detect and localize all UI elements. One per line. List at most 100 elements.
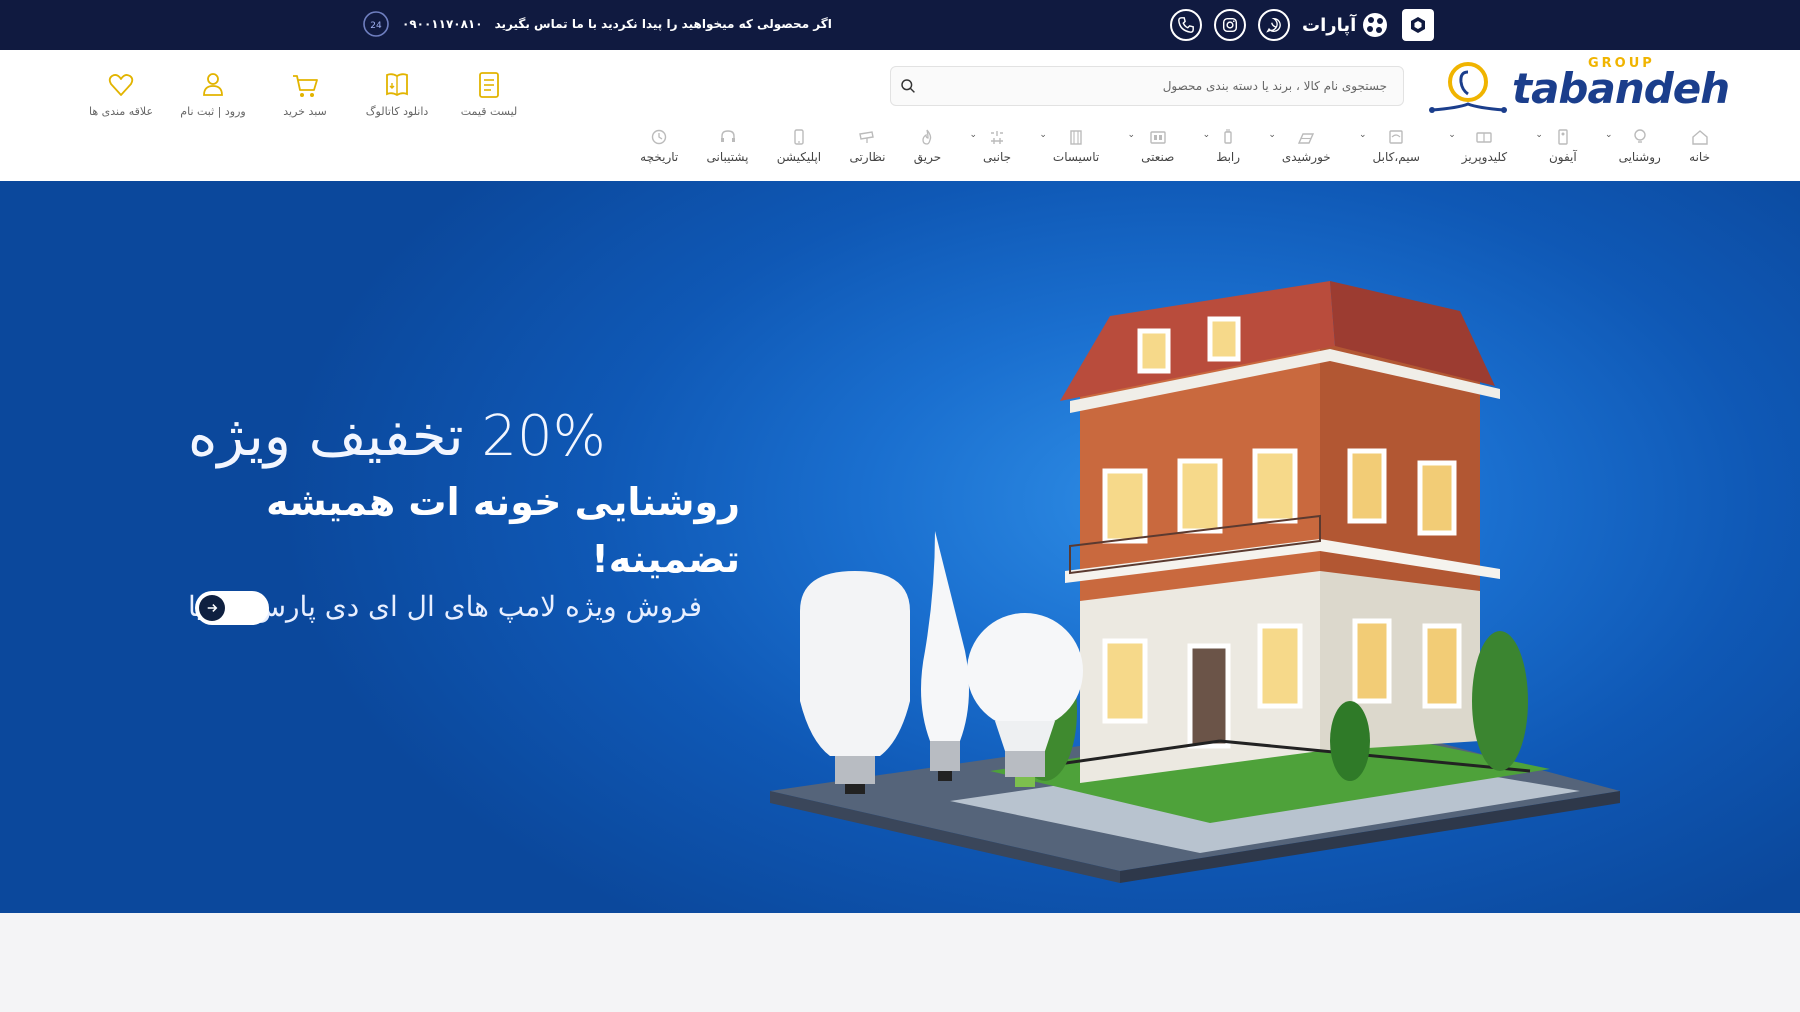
whatsapp-icon[interactable] bbox=[1258, 9, 1290, 41]
hero-title: روشنایی خونه ات همیشه تضمینه! bbox=[266, 479, 740, 581]
app-icon bbox=[794, 129, 804, 145]
chevron-down-icon: ⌄ bbox=[1535, 130, 1543, 140]
chevron-down-icon: ⌄ bbox=[1605, 130, 1613, 140]
nav-label: خورشیدی bbox=[1281, 150, 1331, 164]
solar-icon bbox=[1298, 133, 1315, 144]
instagram-icon[interactable] bbox=[1214, 9, 1246, 41]
page: اگر محصولی که میخواهید را پیدا نکردید با… bbox=[0, 0, 1800, 1012]
logo-group: GROUP bbox=[1588, 56, 1655, 71]
chevron-down-icon: ⌄ bbox=[1359, 130, 1367, 140]
chevron-down-icon: ⌄ bbox=[1202, 130, 1211, 140]
camera-icon bbox=[859, 131, 875, 143]
nav-adapter[interactable]: رابط ⌄ bbox=[1203, 128, 1240, 164]
nav-intercom[interactable]: آیفون ⌄ bbox=[1535, 128, 1577, 164]
wishlist-button[interactable]: علاقه مندی ها bbox=[88, 58, 154, 118]
accessory-icon bbox=[991, 131, 1004, 144]
industrial-icon bbox=[1150, 131, 1166, 144]
nav-label: سیم،کابل bbox=[1372, 150, 1420, 164]
nav-label: آیفون bbox=[1548, 150, 1577, 164]
search-button[interactable] bbox=[891, 67, 925, 105]
nav-label: جانبی bbox=[982, 150, 1012, 164]
nav-label: تاریخچه bbox=[640, 150, 679, 164]
cart-button[interactable]: سبد خرید bbox=[272, 58, 338, 118]
chevron-down-icon: ⌄ bbox=[1268, 130, 1276, 140]
svg-text:24: 24 bbox=[370, 21, 382, 31]
logo-bulb-icon bbox=[1429, 62, 1507, 113]
nav-switch-socket[interactable]: کلیدوپریز ⌄ bbox=[1448, 128, 1507, 164]
nav-industrial[interactable]: صنعتی ⌄ bbox=[1128, 128, 1175, 164]
chevron-down-icon: ⌄ bbox=[1127, 130, 1136, 140]
aparat-label: آپارات bbox=[1302, 14, 1357, 36]
nav-history[interactable]: تاریخچه bbox=[640, 128, 678, 164]
header: لیست قیمت دانلود کاتالوگ سبد خرید ورود |… bbox=[0, 50, 1800, 181]
nav-cable[interactable]: سیم،کابل ⌄ bbox=[1359, 128, 1420, 164]
search-input[interactable] bbox=[925, 67, 1403, 105]
wishlist-label: علاقه مندی ها bbox=[88, 105, 154, 118]
chevron-down-icon: ⌄ bbox=[1039, 130, 1047, 140]
led-bulb-large bbox=[800, 571, 910, 794]
aparat-link[interactable]: آپارات bbox=[1302, 10, 1390, 40]
nav-solar[interactable]: خورشیدی ⌄ bbox=[1268, 128, 1330, 164]
hero-cta-button[interactable] bbox=[195, 591, 269, 625]
nav-label: پشتیبانی bbox=[706, 150, 749, 164]
nav-lighting[interactable]: روشنایی ⌄ bbox=[1605, 128, 1661, 164]
nav-label: خانه bbox=[1689, 150, 1710, 164]
facility-icon bbox=[1070, 130, 1082, 145]
price-list-button[interactable]: لیست قیمت bbox=[456, 58, 522, 118]
logo-wordmark: tabandeh bbox=[1512, 64, 1730, 113]
nav-home[interactable]: خانه bbox=[1689, 128, 1710, 164]
nav-label: رابط bbox=[1216, 150, 1241, 164]
hero-banner[interactable]: 20% تخفیف ویژه روشنایی خونه ات همیشه تضم… bbox=[0, 181, 1800, 913]
support-24-icon: 24 bbox=[362, 10, 390, 38]
login-register-button[interactable]: ورود | ثبت نام bbox=[180, 58, 246, 118]
nav-facilities[interactable]: تاسیسات ⌄ bbox=[1039, 128, 1099, 164]
login-register-label: ورود | ثبت نام bbox=[180, 105, 246, 118]
nav-application[interactable]: اپلیکیشن bbox=[777, 128, 821, 164]
promo-phone[interactable]: ۰۹۰۰۱۱۷۰۸۱۰ bbox=[402, 17, 483, 31]
user-icon bbox=[203, 73, 223, 96]
support-icon bbox=[720, 130, 735, 142]
cart-icon bbox=[293, 75, 318, 97]
arrow-right-icon bbox=[199, 595, 225, 621]
main-nav: خانه روشنایی ⌄ آیفون ⌄ کلیدوپریز ⌄ سیم،ک… bbox=[640, 128, 1710, 172]
nav-label: حریق bbox=[913, 150, 942, 164]
header-actions: لیست قیمت دانلود کاتالوگ سبد خرید ورود |… bbox=[88, 58, 522, 118]
history-icon bbox=[652, 129, 667, 145]
nav-accessories[interactable]: جانبی ⌄ bbox=[969, 128, 1011, 164]
nav-support[interactable]: پشتیبانی bbox=[706, 128, 749, 164]
promo-text: اگر محصولی که میخواهید را پیدا نکردید با… bbox=[494, 17, 832, 31]
bulb-icon bbox=[1634, 129, 1646, 143]
nav-surveillance[interactable]: نظارتی bbox=[849, 128, 885, 164]
hero-text: 20% تخفیف ویژه روشنایی خونه ات همیشه تضم… bbox=[180, 406, 740, 623]
site-logo[interactable]: tabandeh GROUP bbox=[1428, 56, 1730, 118]
intercom-icon bbox=[1558, 129, 1568, 145]
catalog-download-label: دانلود کاتالوگ bbox=[365, 105, 429, 118]
nav-fire[interactable]: حریق bbox=[914, 128, 941, 164]
page-footer-area bbox=[0, 913, 1800, 1012]
phone-icon[interactable] bbox=[1170, 9, 1202, 41]
led-bulb-candle bbox=[921, 531, 969, 781]
search-icon bbox=[901, 79, 915, 93]
cube-app-icon[interactable] bbox=[1402, 9, 1435, 41]
top-promo: اگر محصولی که میخواهید را پیدا نکردید با… bbox=[362, 10, 832, 38]
house-with-led-bulbs-illustration bbox=[770, 281, 1620, 883]
catalog-download-icon bbox=[386, 73, 408, 97]
cable-icon bbox=[1389, 130, 1403, 144]
heart-icon bbox=[108, 74, 134, 96]
adapter-icon bbox=[1224, 129, 1232, 144]
social-links: آپارات bbox=[1170, 6, 1435, 44]
aparat-icon bbox=[1363, 13, 1388, 37]
nav-label: نظارتی bbox=[849, 150, 886, 164]
nav-label: تاسیسات bbox=[1052, 150, 1100, 164]
cart-label: سبد خرید bbox=[283, 105, 327, 118]
socket-icon bbox=[1476, 132, 1493, 143]
top-bar: اگر محصولی که میخواهید را پیدا نکردید با… bbox=[0, 0, 1800, 50]
nav-label: اپلیکیشن bbox=[776, 150, 822, 164]
home-icon bbox=[1691, 130, 1708, 145]
fire-icon bbox=[922, 129, 932, 145]
catalog-download-button[interactable]: دانلود کاتالوگ bbox=[364, 58, 430, 118]
hero-discount: 20% تخفیف ویژه bbox=[188, 404, 606, 469]
price-list-label: لیست قیمت bbox=[460, 105, 518, 118]
nav-label: روشنایی bbox=[1618, 150, 1661, 164]
search-box bbox=[890, 66, 1404, 106]
